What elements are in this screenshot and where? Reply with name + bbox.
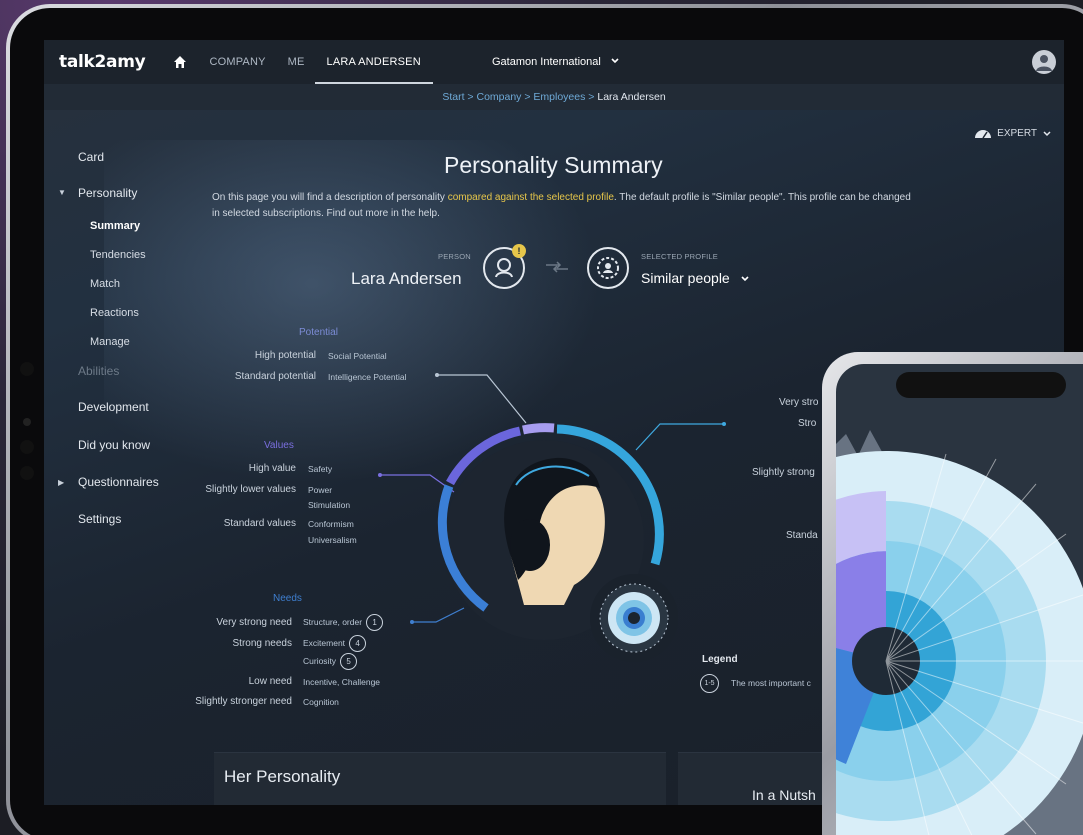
mini-sunburst bbox=[590, 574, 678, 662]
legend-title: Legend bbox=[702, 654, 738, 665]
connector-dot bbox=[722, 422, 726, 426]
tablet-sensor bbox=[20, 466, 34, 480]
legend-text: The most important c bbox=[731, 678, 811, 688]
right-level-label: Very stro bbox=[779, 397, 819, 408]
connector-dot bbox=[378, 473, 382, 477]
tablet-camera bbox=[20, 362, 34, 376]
tablet-sensor bbox=[23, 418, 31, 426]
legend-badge: 1-5 bbox=[700, 674, 719, 693]
connector-dot bbox=[435, 373, 439, 377]
phone-screen bbox=[836, 364, 1083, 835]
right-level-label: Standa bbox=[786, 530, 818, 541]
panel-title: Her Personality bbox=[224, 767, 341, 786]
sunburst-chart-graphic[interactable] bbox=[836, 364, 1083, 835]
panel-title: In a Nutsh bbox=[752, 787, 816, 803]
phone-frame bbox=[822, 352, 1083, 835]
her-personality-panel: Her Personality bbox=[214, 752, 666, 805]
right-level-label: Slightly strong bbox=[752, 467, 815, 478]
connector-dot bbox=[410, 620, 414, 624]
sunburst-rings bbox=[836, 451, 1083, 835]
tablet-sensor bbox=[20, 440, 34, 454]
right-level-label: Stro bbox=[798, 418, 817, 429]
